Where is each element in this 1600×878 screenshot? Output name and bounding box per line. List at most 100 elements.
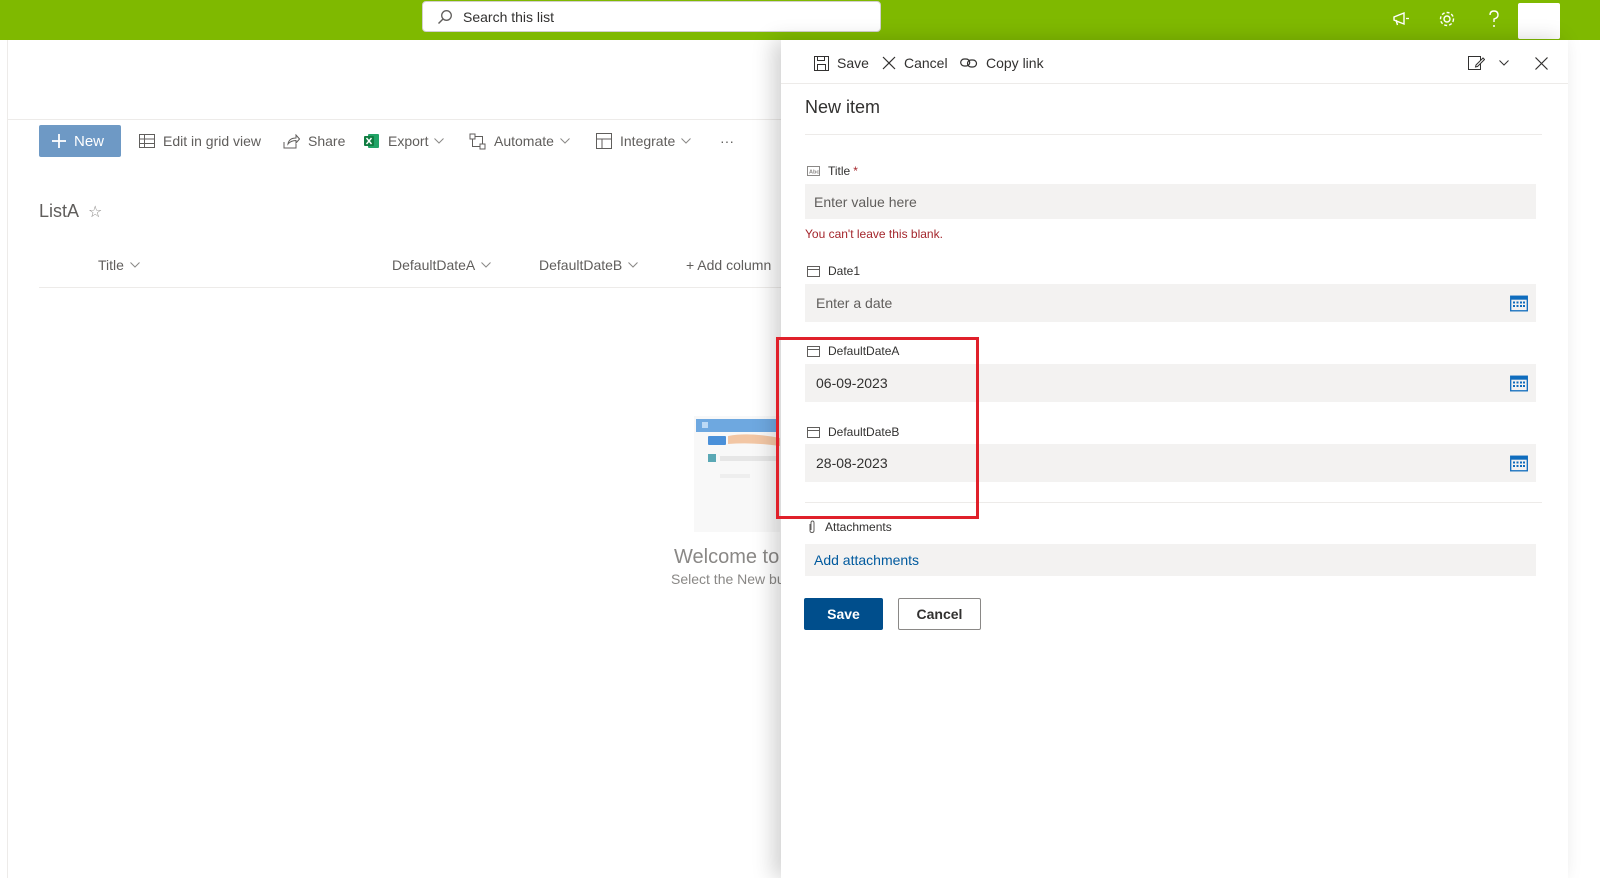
calendar-icon (807, 345, 820, 357)
column-header-label: DefaultDateA (392, 257, 476, 273)
add-column-button[interactable]: + Add column (686, 257, 771, 273)
title-input-placeholder: Enter value here (814, 193, 917, 210)
share-button[interactable]: Share (283, 130, 345, 152)
title-input[interactable]: Enter value here (805, 184, 1536, 219)
calendar-picker-icon[interactable] (1510, 295, 1528, 312)
chevron-down-icon (560, 138, 570, 144)
empty-list-illustration (694, 416, 784, 534)
date1-input[interactable]: Enter a date (805, 284, 1536, 322)
date1-placeholder: Enter a date (816, 295, 893, 311)
attachments-field-label: Attachments (807, 519, 892, 535)
list-title: ListA (39, 201, 80, 221)
empty-state-title: Welcome to (674, 546, 780, 568)
more-options-label: ··· (720, 133, 734, 149)
defaultdateb-input[interactable]: 28-08-2023 (805, 444, 1536, 482)
favorite-star-icon[interactable]: ☆ (88, 202, 102, 222)
share-icon (283, 133, 300, 149)
integrate-button[interactable]: Integrate (596, 130, 692, 152)
plus-icon (52, 134, 66, 148)
calendar-picker-icon[interactable] (1510, 375, 1528, 392)
chevron-down-icon (681, 138, 692, 144)
add-attachments-link[interactable]: Add attachments (814, 552, 919, 568)
calendar-icon (807, 265, 820, 277)
edit-grid-view-button[interactable]: Edit in grid view (139, 130, 261, 152)
divider (8, 119, 788, 120)
defaultdateb-field-label: DefaultDateB (807, 424, 899, 440)
add-column-label: + Add column (686, 257, 772, 273)
defaultdatea-input[interactable]: 06-09-2023 (805, 364, 1536, 402)
help-icon[interactable] (1481, 6, 1507, 32)
suite-bar: Search this list (0, 0, 1600, 40)
column-header-title[interactable]: Title (98, 257, 140, 273)
defaultdatea-field-label: DefaultDateA (807, 343, 899, 359)
text-field-icon: Abc (807, 166, 820, 176)
more-options-button[interactable]: ··· (720, 130, 734, 152)
new-button[interactable]: New (39, 125, 121, 157)
calendar-icon (807, 426, 820, 438)
defaultdateb-value: 28-08-2023 (816, 455, 888, 471)
date1-field-label: Date1 (807, 263, 860, 279)
defaultdatea-value: 06-09-2023 (816, 375, 888, 391)
edit-grid-view-label: Edit in grid view (163, 133, 262, 149)
search-icon (437, 9, 453, 25)
export-label: Export (388, 133, 429, 149)
title-field-label: Abc Title * (807, 163, 858, 179)
required-marker: * (853, 164, 858, 178)
cancel-button[interactable]: Cancel (898, 598, 981, 630)
edit-form-icon[interactable] (1468, 52, 1485, 74)
save-button[interactable]: Save (804, 598, 883, 630)
avatar[interactable] (1518, 3, 1560, 39)
grid-icon (139, 133, 155, 149)
automate-icon (469, 133, 486, 150)
divider (805, 134, 1542, 135)
toolbar-cancel-label: Cancel (904, 55, 948, 71)
toolbar-save-label: Save (837, 55, 869, 71)
save-icon (814, 55, 829, 71)
chevron-down-icon (481, 262, 492, 268)
excel-icon (364, 133, 380, 149)
left-rail (0, 40, 8, 878)
megaphone-icon[interactable] (1388, 6, 1414, 32)
panel-toolbar: Save Cancel Copy link (781, 40, 1568, 84)
chevron-down-icon (434, 138, 445, 144)
defaultdateb-label-text: DefaultDateB (828, 425, 900, 439)
paperclip-icon (807, 520, 817, 534)
new-button-label: New (74, 132, 105, 150)
search-input[interactable]: Search this list (422, 1, 881, 32)
share-label: Share (308, 133, 346, 149)
title-error-message: You can't leave this blank. (805, 227, 943, 241)
search-placeholder: Search this list (463, 8, 555, 25)
column-header-label: Title (98, 257, 124, 273)
close-panel-icon[interactable] (1535, 52, 1548, 74)
automate-label: Automate (494, 133, 554, 149)
automate-button[interactable]: Automate (469, 130, 570, 152)
toolbar-save-button[interactable]: Save (814, 52, 869, 74)
copy-link-label: Copy link (986, 55, 1044, 71)
toolbar-cancel-button[interactable]: Cancel (882, 52, 948, 74)
divider (805, 502, 1542, 503)
export-button[interactable]: Export (364, 130, 445, 152)
gear-icon[interactable] (1434, 6, 1460, 32)
column-header-label: DefaultDateB (539, 257, 623, 273)
chevron-down-icon (130, 262, 140, 268)
empty-state-subtitle: Select the New bu (671, 571, 785, 587)
attachments-area: Add attachments (805, 544, 1536, 576)
svg-text:Abc: Abc (809, 170, 819, 176)
new-item-panel: Save Cancel Copy link New item Abc Title… (781, 40, 1568, 878)
column-header-defaultdateb[interactable]: DefaultDateB (539, 257, 639, 273)
calendar-picker-icon[interactable] (1510, 455, 1528, 472)
attachments-label-text: Attachments (825, 520, 892, 534)
title-label-text: Title (828, 164, 851, 178)
column-header-defaultdatea[interactable]: DefaultDateA (392, 257, 492, 273)
close-icon (882, 56, 896, 70)
chevron-down-icon[interactable] (1499, 52, 1509, 74)
integrate-icon (596, 133, 612, 149)
copy-link-button[interactable]: Copy link (960, 52, 1044, 74)
divider (39, 287, 784, 288)
link-icon (960, 57, 978, 69)
chevron-down-icon (628, 262, 639, 268)
date1-label-text: Date1 (828, 264, 861, 278)
panel-title: New item (805, 97, 881, 117)
integrate-label: Integrate (620, 133, 676, 149)
defaultdatea-label-text: DefaultDateA (828, 344, 900, 358)
